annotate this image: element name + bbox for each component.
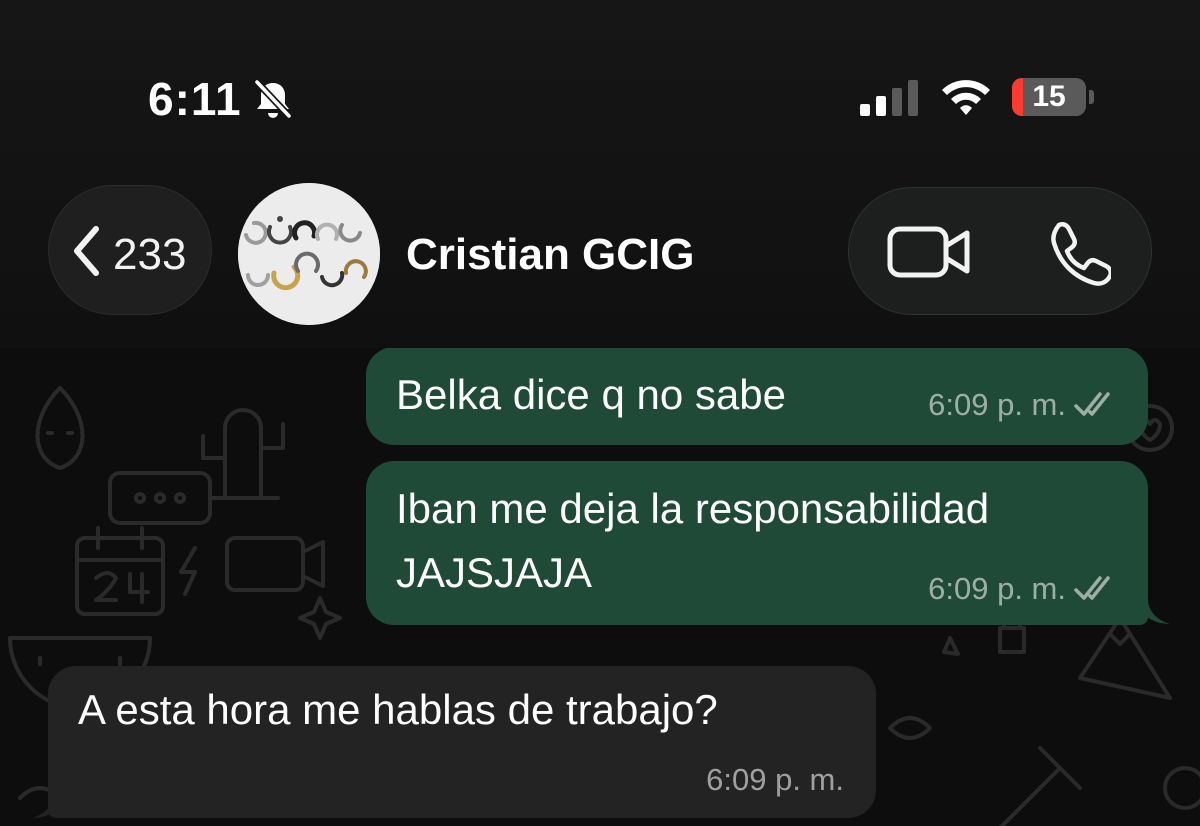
contact-avatar[interactable] xyxy=(238,183,380,325)
message-meta: 6:09 p. m. xyxy=(928,571,1118,607)
message-time: 6:09 p. m. xyxy=(928,387,1066,422)
message-meta: 6:09 p. m. xyxy=(706,762,844,798)
contact-name[interactable]: Cristian GCIG xyxy=(406,230,695,280)
message-text-line: Iban me deja la responsabilidad xyxy=(396,485,990,532)
message-text: Iban me deja la responsabilidad JAJSJAJA xyxy=(396,477,989,605)
battery-level: 15 xyxy=(1032,80,1066,113)
status-time: 6:11 xyxy=(148,73,242,125)
message-text-line: JAJSJAJA xyxy=(396,549,593,596)
message-bubble-incoming[interactable]: A esta hora me hablas de trabajo? 6:09 p… xyxy=(48,666,876,818)
video-camera-icon[interactable] xyxy=(887,224,971,280)
avatar-image xyxy=(238,183,380,325)
bubble-tail xyxy=(1136,600,1170,624)
message-bubble-outgoing[interactable]: Belka dice q no sabe 6:09 p. m. xyxy=(366,347,1148,445)
call-actions xyxy=(848,187,1152,315)
message-meta: 6:09 p. m. xyxy=(928,387,1118,423)
chat-screen: 6:11 15 233 Cristian GCIG Belka dice q n… xyxy=(0,0,1200,826)
double-check-icon xyxy=(1074,392,1110,416)
message-text: Belka dice q no sabe xyxy=(396,371,786,418)
battery-tip xyxy=(1089,90,1094,104)
battery-icon: 15 xyxy=(1012,78,1086,116)
bell-slash-icon xyxy=(254,79,292,119)
back-button[interactable]: 233 xyxy=(48,185,212,315)
unread-count: 233 xyxy=(113,230,187,279)
cellular-signal-icon xyxy=(860,80,918,116)
phone-icon[interactable] xyxy=(1045,220,1111,286)
chevron-left-icon xyxy=(74,226,99,276)
message-time: 6:09 p. m. xyxy=(706,762,844,797)
message-text: A esta hora me hablas de trabajo? xyxy=(78,686,718,733)
message-time: 6:09 p. m. xyxy=(928,571,1066,606)
bubble-tail xyxy=(32,794,66,818)
wifi-icon xyxy=(942,80,990,115)
double-check-icon xyxy=(1074,576,1110,600)
chat-header: 6:11 15 233 Cristian GCIG xyxy=(0,0,1200,348)
message-bubble-outgoing[interactable]: Iban me deja la responsabilidad JAJSJAJA… xyxy=(366,461,1148,625)
